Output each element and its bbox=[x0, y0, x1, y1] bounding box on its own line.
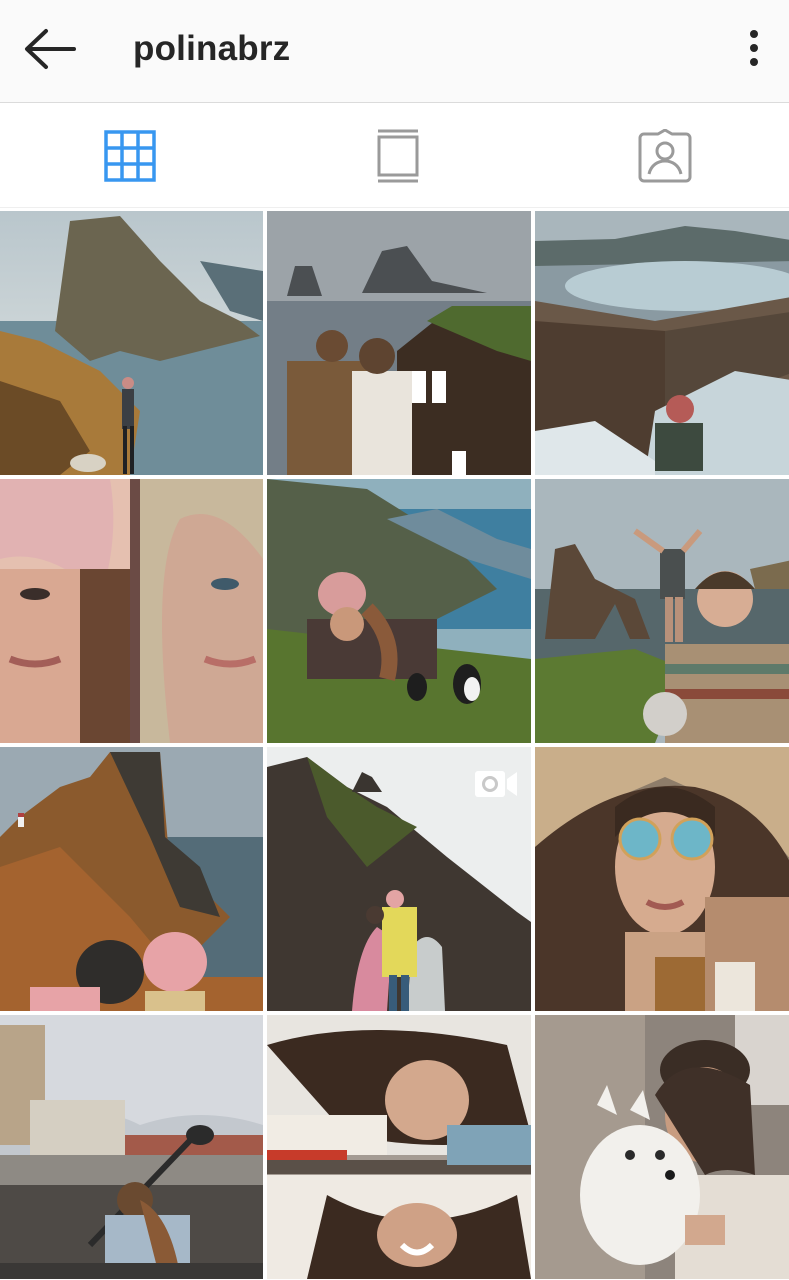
post-thumbnail[interactable] bbox=[267, 479, 531, 743]
post-thumbnail[interactable] bbox=[267, 747, 531, 1011]
post-photo-cliff-sea-stack-woman bbox=[0, 211, 263, 475]
post-photo-selfie-sea-stack-arch bbox=[535, 479, 789, 743]
profile-view-tabs bbox=[0, 104, 789, 208]
video-camera-icon bbox=[475, 771, 517, 797]
post-thumbnail[interactable] bbox=[535, 211, 789, 475]
post-thumbnail[interactable] bbox=[535, 1015, 789, 1279]
post-photo-couple-turf-house bbox=[267, 211, 531, 475]
post-photo-woman-lying-puffin bbox=[267, 479, 531, 743]
back-button[interactable] bbox=[22, 24, 82, 74]
post-photo-lighthouse-cliff-couple bbox=[0, 747, 263, 1011]
grid-icon bbox=[104, 130, 156, 182]
post-photo-sunglasses-straw-hat bbox=[535, 747, 789, 1011]
post-thumbnail[interactable] bbox=[0, 1015, 263, 1279]
profile-username: polinabrz bbox=[133, 29, 291, 68]
tab-feed[interactable] bbox=[368, 126, 428, 186]
post-photo-closeup-two-faces bbox=[0, 479, 263, 743]
posts-grid bbox=[0, 211, 789, 1280]
app-bar: polinabrz bbox=[0, 0, 789, 103]
post-thumbnail[interactable] bbox=[267, 211, 531, 475]
post-thumbnail[interactable] bbox=[0, 211, 263, 475]
more-options-button[interactable] bbox=[739, 26, 769, 70]
post-thumbnail[interactable] bbox=[0, 747, 263, 1011]
more-vertical-icon bbox=[750, 30, 758, 66]
feed-list-icon bbox=[377, 129, 419, 183]
tab-grid[interactable] bbox=[100, 126, 160, 186]
post-photo-kayak-city-canal bbox=[0, 1015, 263, 1279]
post-thumbnail[interactable] bbox=[535, 747, 789, 1011]
back-arrow-icon bbox=[25, 29, 76, 69]
post-photo-woman-with-white-dog bbox=[535, 1015, 789, 1279]
post-thumbnail[interactable] bbox=[535, 479, 789, 743]
post-thumbnail[interactable] bbox=[267, 1015, 531, 1279]
post-photo-mirror-reflection-portrait bbox=[267, 1015, 531, 1279]
tagged-person-icon bbox=[638, 129, 692, 183]
post-photo-cliff-waves-beanie bbox=[535, 211, 789, 475]
post-thumbnail[interactable] bbox=[0, 479, 263, 743]
tab-tagged[interactable] bbox=[635, 126, 695, 186]
